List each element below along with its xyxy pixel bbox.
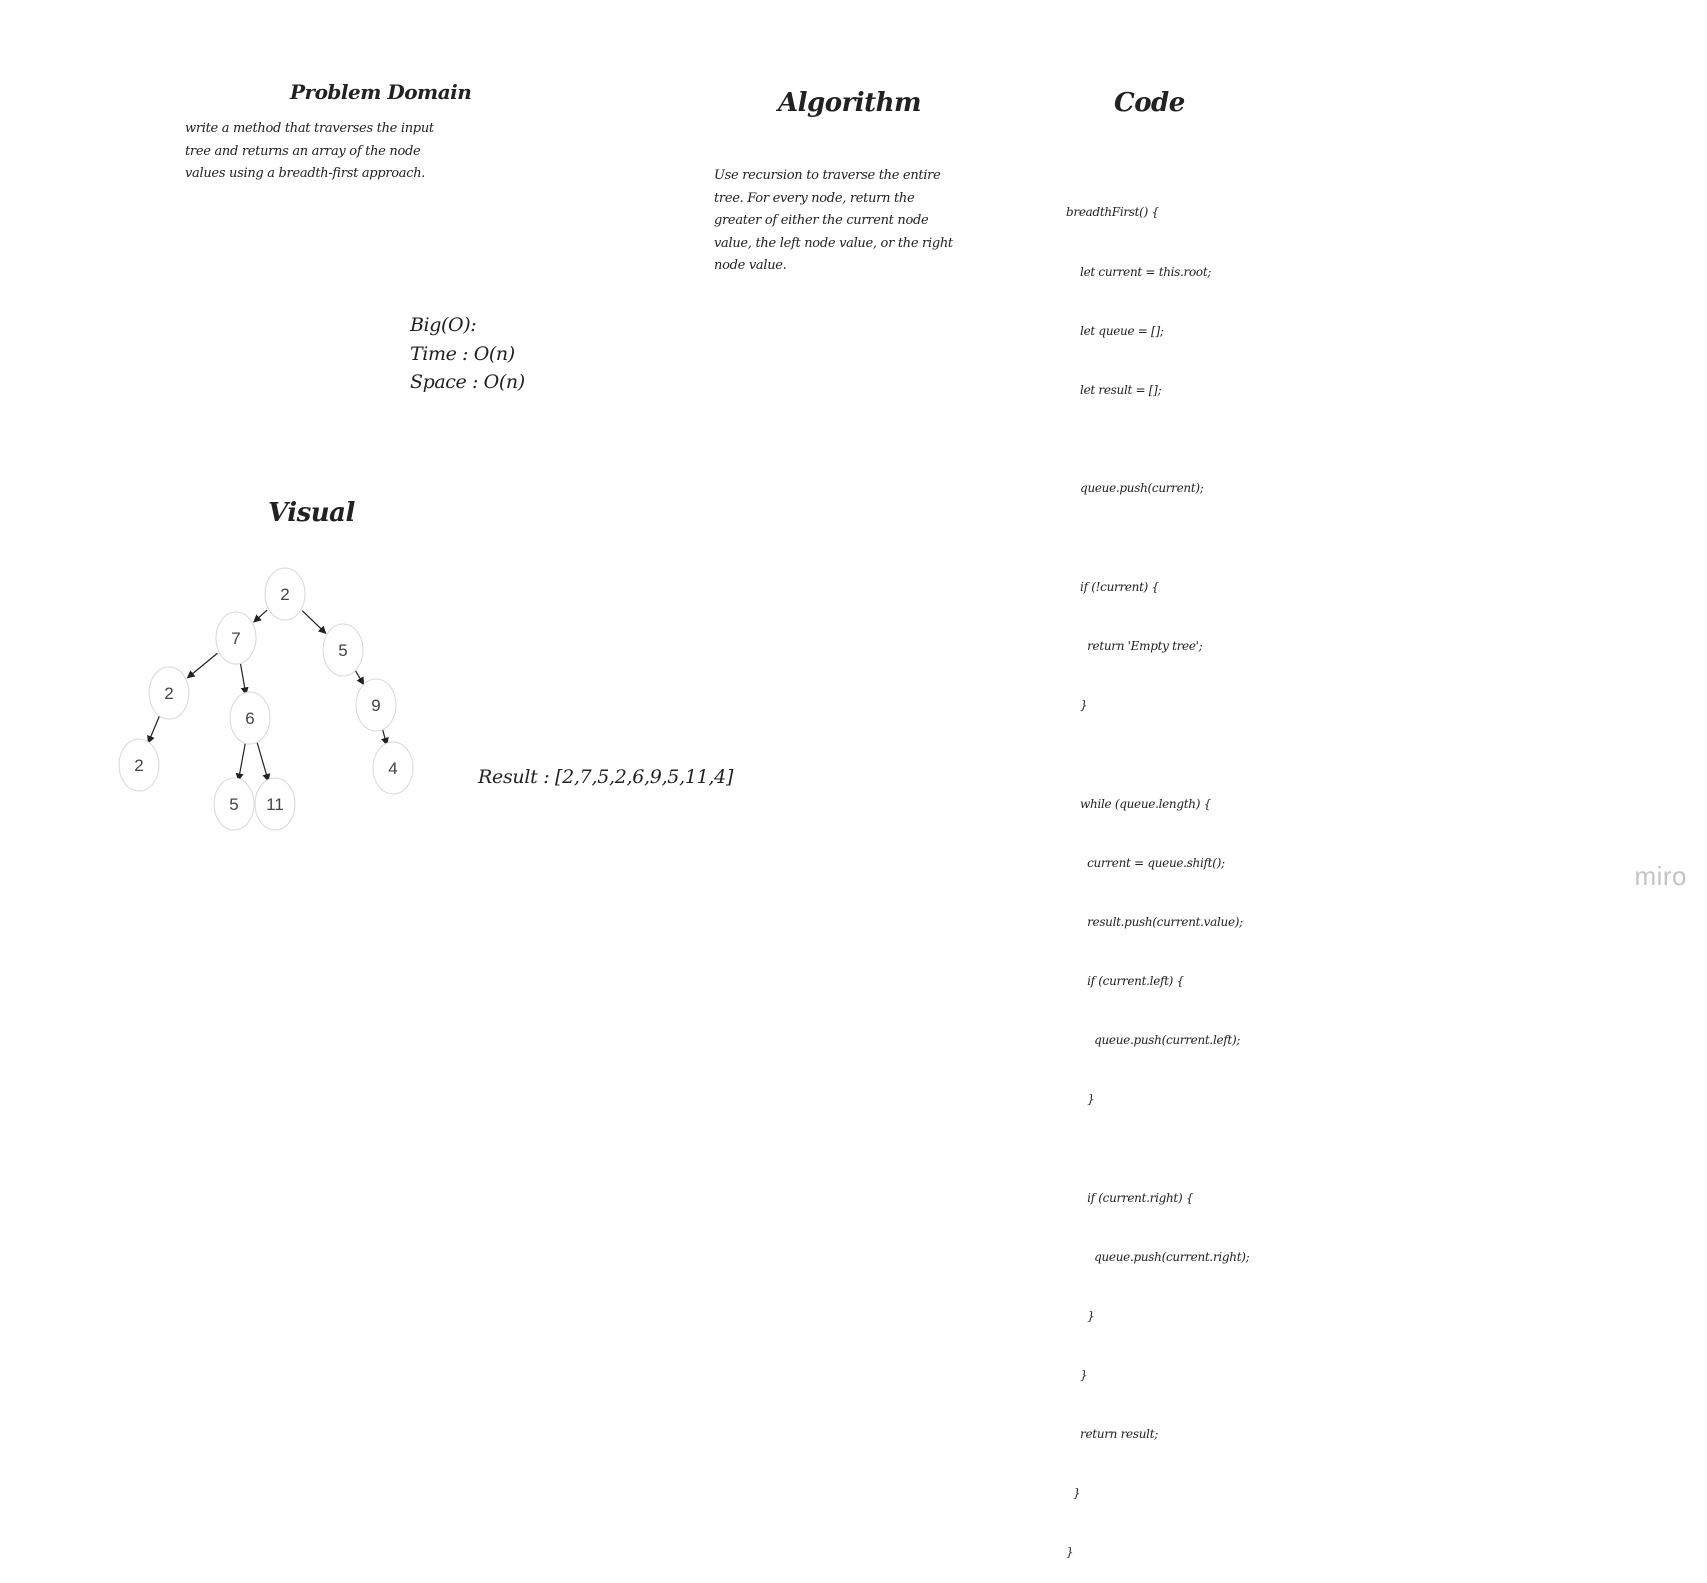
tree-edge [235,741,247,782]
code-line: } [1066,1486,1081,1501]
tree-edge [381,728,389,746]
tree-node-label: 5 [338,641,347,660]
tree-node: 2 [264,567,306,621]
tree-edge [354,670,365,686]
tree-edge [256,740,271,782]
code-line: queue.push(current.left); [1066,1032,1241,1047]
tree-node: 11 [254,777,296,831]
tree-edge [147,714,161,744]
code-line: } [1066,1092,1095,1107]
code-line: if (current.right) { [1066,1190,1194,1205]
tree-node-label: 2 [134,756,143,775]
tree-node-label: 4 [388,759,397,778]
tree-edge [253,609,268,623]
tree-node: 2 [148,666,190,720]
tree-node-label: 11 [266,795,284,814]
code-line: result.push(current.value); [1066,914,1243,929]
miro-logo: miro [1634,861,1687,891]
tree-node-label: 2 [280,585,289,604]
tree-node-label: 2 [164,684,173,703]
tree-node: 5 [322,623,364,677]
tree-node-label: 9 [371,696,380,715]
code-line: } [1066,1308,1095,1323]
tree-node: 2 [118,738,160,792]
tree-node: 5 [213,777,255,831]
code-line: return result; [1066,1427,1158,1441]
tree-edge [239,661,249,696]
code-line: } [1066,1545,1074,1560]
tree-node: 4 [372,741,414,795]
tree-edge [301,610,327,635]
code-line: queue.push(current.right); [1066,1249,1250,1264]
tree-node: 9 [355,678,397,732]
code-line: if (current.left) { [1066,973,1184,988]
tree-edge [186,652,218,679]
tree-node-label: 6 [245,709,254,728]
code-line: } [1066,1367,1088,1382]
tree-node-label: 7 [231,629,240,648]
tree-node: 6 [229,691,271,745]
tree-node: 7 [215,611,257,665]
result-text: Result : [2,7,5,2,6,9,5,11,4] [478,766,734,788]
binary-tree-diagram: 2 7 5 2 6 9 2 5 11 4 [118,567,414,831]
tree-node-label: 5 [229,795,238,814]
